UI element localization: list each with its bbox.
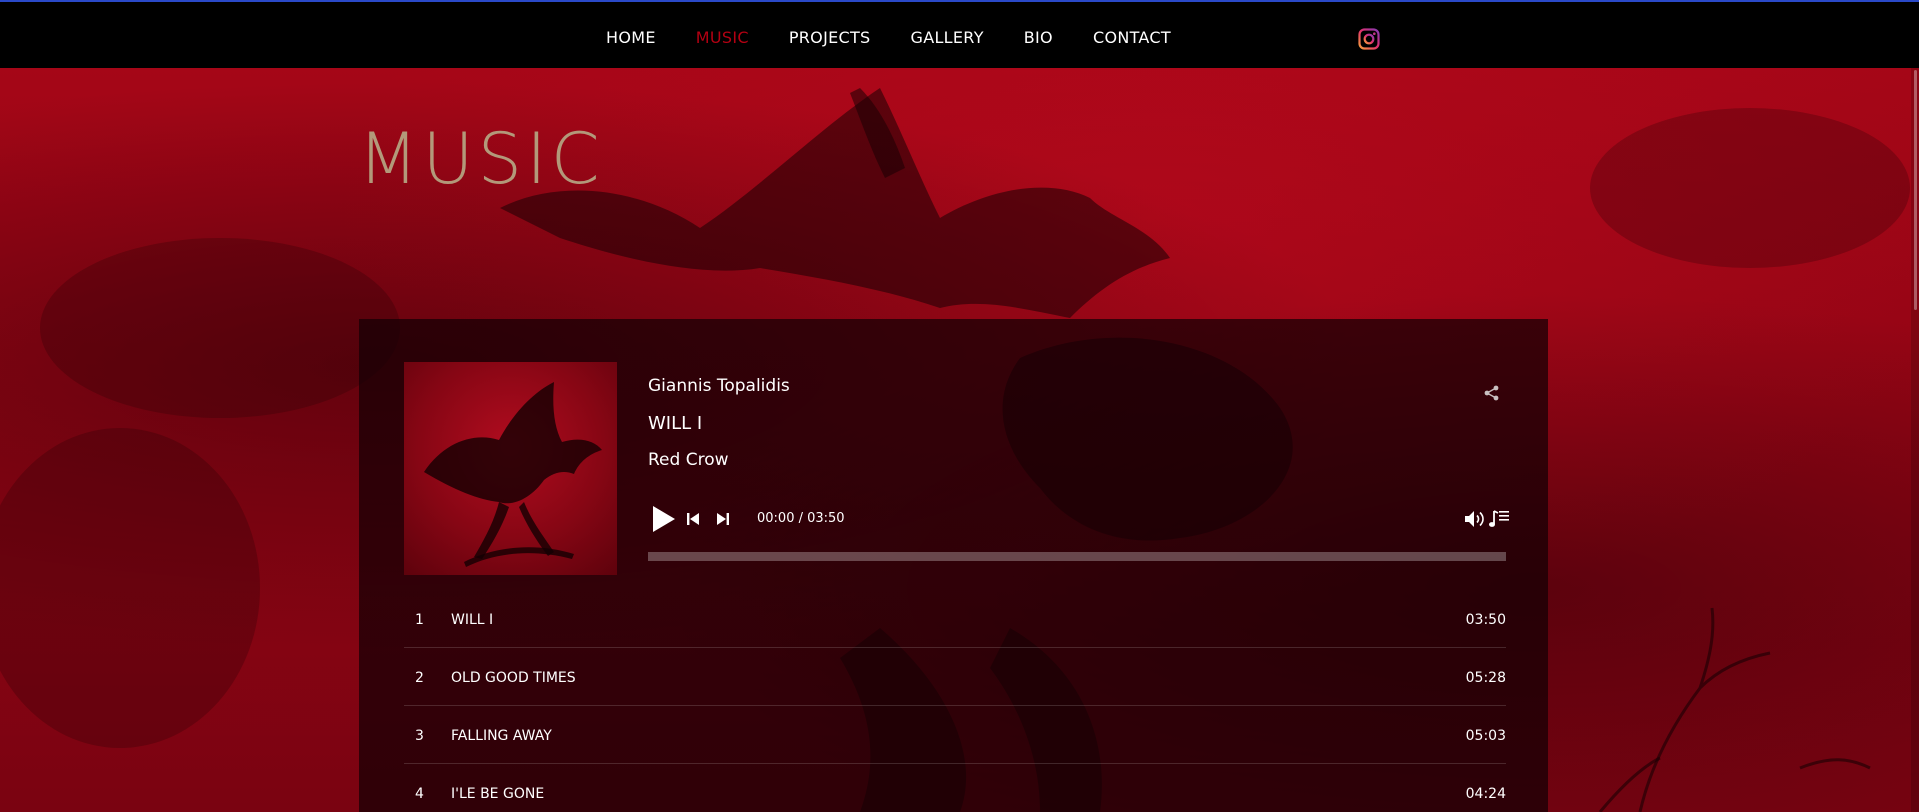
scrollbar-thumb[interactable] [1914, 70, 1917, 310]
share-icon[interactable] [1483, 384, 1501, 402]
track-title: I'LE BE GONE [451, 786, 545, 802]
nav-home[interactable]: HOME [606, 28, 656, 47]
playback-time: 00:00 / 03:50 [757, 511, 845, 526]
main-nav: HOME MUSIC PROJECTS GALLERY BIO CONTACT [606, 28, 1211, 47]
playback-controls: 00:00 / 03:50 [648, 504, 1509, 534]
nav-projects[interactable]: PROJECTS [789, 28, 871, 47]
track-title: OLD GOOD TIMES [451, 670, 576, 686]
track-row[interactable]: 4 I'LE BE GONE 04:24 [404, 764, 1506, 812]
volume-icon[interactable] [1463, 509, 1487, 529]
playlist-icon[interactable] [1488, 508, 1510, 530]
header-bar: HOME MUSIC PROJECTS GALLERY BIO CONTACT [0, 2, 1919, 68]
track-title: WILL I [451, 612, 494, 628]
music-player: Giannis Topalidis WILL I Red Crow 00:00 … [359, 319, 1548, 812]
album-name: Red Crow [648, 450, 729, 470]
skip-previous-icon[interactable] [686, 512, 700, 526]
skip-next-icon[interactable] [716, 512, 730, 526]
track-number: 4 [415, 786, 424, 802]
nav-bio[interactable]: BIO [1024, 28, 1053, 47]
nav-gallery[interactable]: GALLERY [911, 28, 984, 47]
track-number: 3 [415, 728, 424, 744]
track-title: FALLING AWAY [451, 728, 552, 744]
nav-contact[interactable]: CONTACT [1093, 28, 1171, 47]
track-duration: 03:50 [1465, 612, 1506, 628]
instagram-icon[interactable] [1358, 28, 1380, 50]
page-title: MUSIC [358, 118, 604, 200]
track-number: 1 [415, 612, 424, 628]
page: HOME MUSIC PROJECTS GALLERY BIO CONTACT … [0, 0, 1919, 812]
track-list: 1 WILL I 03:50 2 OLD GOOD TIMES 05:28 3 … [404, 590, 1506, 812]
top-accent-line [0, 0, 1919, 2]
track-row[interactable]: 3 FALLING AWAY 05:03 [404, 706, 1506, 764]
track-row[interactable]: 2 OLD GOOD TIMES 05:28 [404, 648, 1506, 706]
track-duration: 05:03 [1465, 728, 1506, 744]
artist-name: Giannis Topalidis [648, 376, 790, 396]
play-icon[interactable] [648, 504, 678, 534]
track-duration: 04:24 [1465, 786, 1506, 802]
crow-artwork [424, 382, 602, 567]
album-cover [404, 362, 617, 575]
track-row[interactable]: 1 WILL I 03:50 [404, 590, 1506, 648]
current-track-title: WILL I [648, 413, 703, 434]
track-duration: 05:28 [1465, 670, 1506, 686]
nav-music[interactable]: MUSIC [696, 28, 749, 47]
track-number: 2 [415, 670, 424, 686]
progress-bar[interactable] [648, 552, 1506, 561]
